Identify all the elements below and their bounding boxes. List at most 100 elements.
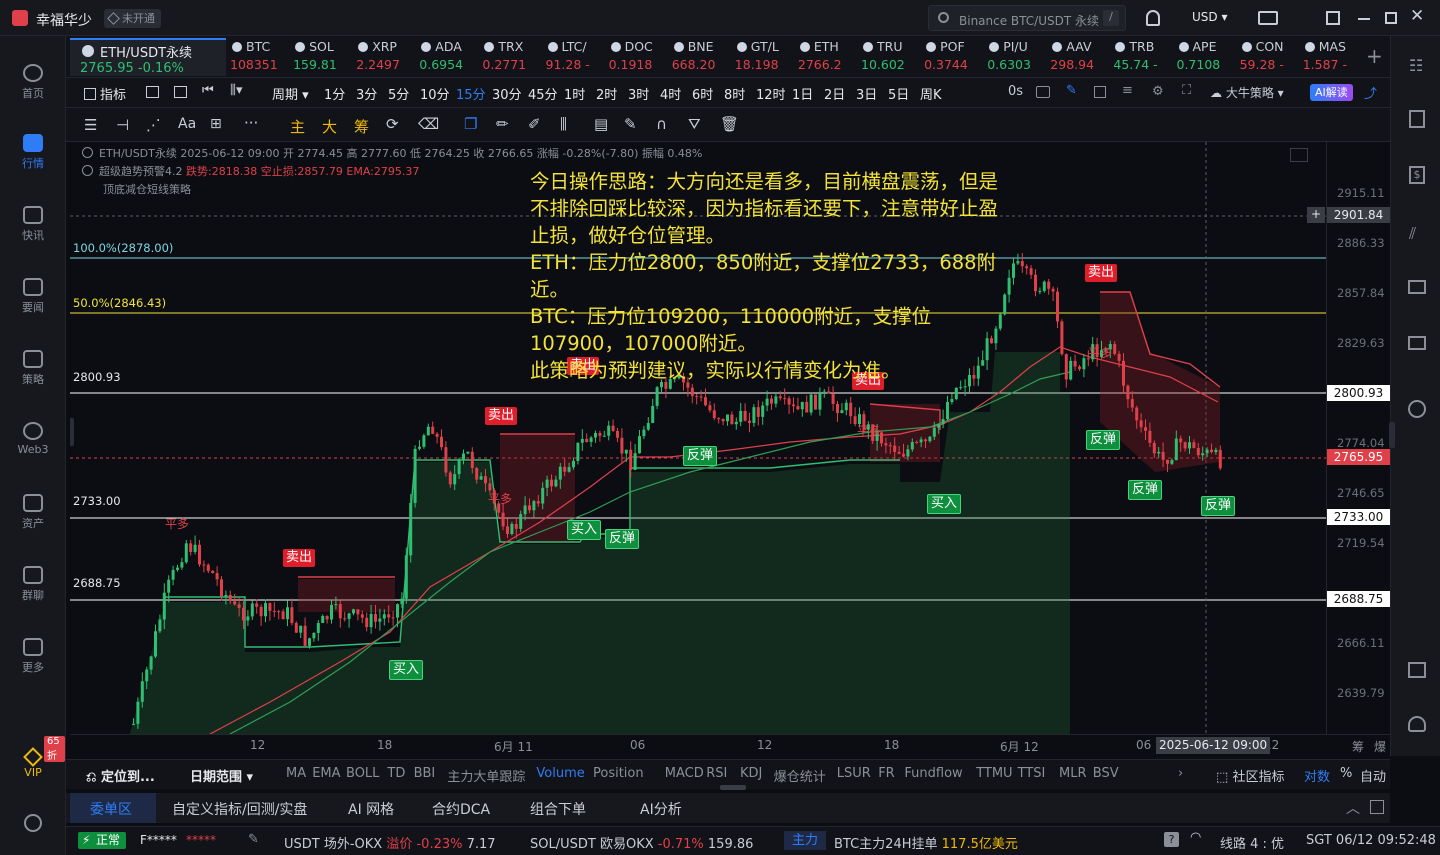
crop-icon[interactable] [1094,86,1106,98]
tab-0[interactable]: 委单区 [90,799,132,819]
line-status[interactable]: 线路 4 : 优 [1220,833,1284,852]
chevron-right-icon[interactable]: › [1178,766,1183,781]
swap-icon[interactable] [1408,400,1426,418]
bell-icon[interactable] [1146,10,1160,26]
ticker-1[interactable]: SOL 159.81 [293,39,351,77]
ticker-16[interactable]: CON 59.28 - [1240,39,1298,77]
interval-2[interactable]: 5分 [388,84,409,103]
nav-news[interactable]: 快讯 [0,206,66,243]
parallel-lines-icon[interactable]: ⋰ [146,116,161,134]
eraser-icon[interactable]: ⌫ [418,115,439,133]
price-axis[interactable]: 2915.11 2886.33 2857.84 2829.63 2774.04 2746.… [1307,142,1390,734]
chevron-up-icon[interactable]: ︿ [1346,798,1360,818]
ticker-9[interactable]: ETH 2766.2 [798,39,856,77]
indicator-item-12[interactable]: LSUR [837,766,871,781]
rewind-icon[interactable]: ⏮ [202,83,214,98]
tab-5[interactable]: AI分析 [640,799,682,819]
interval-10[interactable]: 4时 [660,84,681,103]
indicator-item-4[interactable]: BBI [414,766,436,781]
indicator-item-16[interactable]: TTSI [1018,766,1046,781]
interval-17[interactable]: 5日 [888,84,909,103]
indicator-button[interactable]: 指标 [84,84,126,103]
refresh-icon[interactable]: ⟳ [386,115,399,133]
nav-home[interactable]: 首页 [0,64,66,101]
auto-scale-toggle[interactable]: 自动 [1360,766,1386,785]
ai-analysis-button[interactable]: AI解读 [1310,84,1353,101]
save-icon[interactable]: ▤ [594,115,608,133]
date-range-select[interactable]: 日期范围 ▾ [190,766,253,785]
close-icon[interactable]: ✕ [1410,6,1424,26]
tab-3[interactable]: 合约DCA [432,799,490,819]
ticker-5[interactable]: LTC/91.28 - [546,39,604,77]
settings-icon[interactable] [24,814,42,832]
text-tool-icon[interactable]: Aa [178,116,196,132]
nav-headlines[interactable]: 要闻 [0,278,66,315]
indicator-item-14[interactable]: Fundflow [904,766,962,781]
interval-11[interactable]: 6时 [692,84,713,103]
indicator-item-2[interactable]: BOLL [346,766,379,781]
indicator-item-1[interactable]: EMA [312,766,340,781]
brush-icon[interactable]: ✐ [528,115,541,133]
interval-15[interactable]: 2日 [824,84,845,103]
share-icon[interactable]: ⤴ [1364,83,1377,102]
collapse-left-handle[interactable] [70,418,74,446]
indicator-item-5[interactable]: 主力大单跟踪 [447,766,525,785]
pen-icon[interactable]: ✎ [1066,83,1077,98]
nav-market[interactable]: 行情 [0,134,66,171]
interval-7[interactable]: 1时 [564,84,585,103]
ticker-13[interactable]: AAV 298.94 [1050,39,1108,77]
ticker-11[interactable]: POF 0.3744 [924,39,982,77]
filter-icon[interactable]: ⛛ [688,115,701,133]
interval-1[interactable]: 3分 [356,84,377,103]
headset-icon[interactable] [1408,716,1426,732]
watchlist-icon[interactable]: ☷ [1409,56,1423,75]
add-alert-icon[interactable]: + [1307,207,1325,223]
nav-assets[interactable]: 资产 [0,494,66,531]
big-indicator-toggle[interactable]: 大 [322,116,337,137]
indicator-item-10[interactable]: KDJ [740,766,762,781]
nav-strategy[interactable]: 策略 [0,350,66,387]
indicator-item-18[interactable]: BSV [1093,766,1119,781]
maximize-icon[interactable] [1385,12,1397,24]
otc-ticker[interactable]: USDT 场外-OKX 溢价 -0.23% 7.17 [284,833,496,852]
interval-3[interactable]: 10分 [420,84,450,103]
edit-icon[interactable]: ✎ [248,832,259,847]
chart-type-icon[interactable]: ⫼▾ [230,83,243,98]
more-icon[interactable]: ··· [244,114,258,132]
indicator-item-11[interactable]: 爆仓统计 [774,766,826,785]
nav-chat[interactable]: 群聊 [0,566,66,603]
interval-0[interactable]: 1分 [324,84,345,103]
help-icon[interactable]: ? [1164,832,1179,847]
interval-12[interactable]: 8时 [724,84,745,103]
fullscreen-icon[interactable]: ⛶ [1182,83,1191,98]
panel-layout-icon[interactable] [1408,662,1426,678]
tab-2[interactable]: AI 网格 [348,799,394,819]
mail-icon[interactable] [1258,11,1278,25]
interval-4[interactable]: 15分 [456,84,486,103]
list-icon[interactable]: ≡ [1122,83,1133,98]
pencil-icon[interactable]: ✏ [496,115,509,133]
pane-resize-handle[interactable] [720,785,746,790]
magnet-icon[interactable]: ∩ [656,115,667,133]
indicator-item-6[interactable]: Volume [536,766,584,781]
ticker-6[interactable]: DOC 0.1918 [609,39,667,77]
calendar-icon[interactable] [146,86,159,98]
chart-area[interactable]: ETH/USDT永续 2025-06-12 09:00 开 2774.45 高 … [70,142,1326,734]
period-select[interactable]: 周期 ▾ [272,84,309,103]
collapse-right-handle[interactable] [1389,422,1395,448]
ticker-15[interactable]: APE 0.7108 [1177,39,1235,77]
copy-icon[interactable]: ❐ [464,115,477,133]
indicator-item-7[interactable]: Position [593,766,644,781]
collapse-icon[interactable] [82,147,93,158]
trash-icon[interactable]: 🗑 [720,115,739,133]
time-axis[interactable]: 12 18 6月 11 06 12 18 6月 12 06 12 2025-06-12 09:0… [70,734,1390,756]
edit-icon[interactable]: ✎ [624,115,637,133]
sol-ticker[interactable]: SOL/USDT 欧易OKX -0.71% 159.86 [530,833,753,852]
ticker-12[interactable]: PI/U 0.6303 [987,39,1045,77]
indicator-item-0[interactable]: MA [286,766,306,781]
interval-9[interactable]: 3时 [628,84,649,103]
chip-toggle[interactable]: 筹 [1352,738,1364,755]
log-scale-toggle[interactable]: 对数 [1304,766,1330,785]
horizontal-line-icon[interactable]: ⊣ [116,116,129,134]
ticker-10[interactable]: TRU 10.602 [861,39,919,77]
